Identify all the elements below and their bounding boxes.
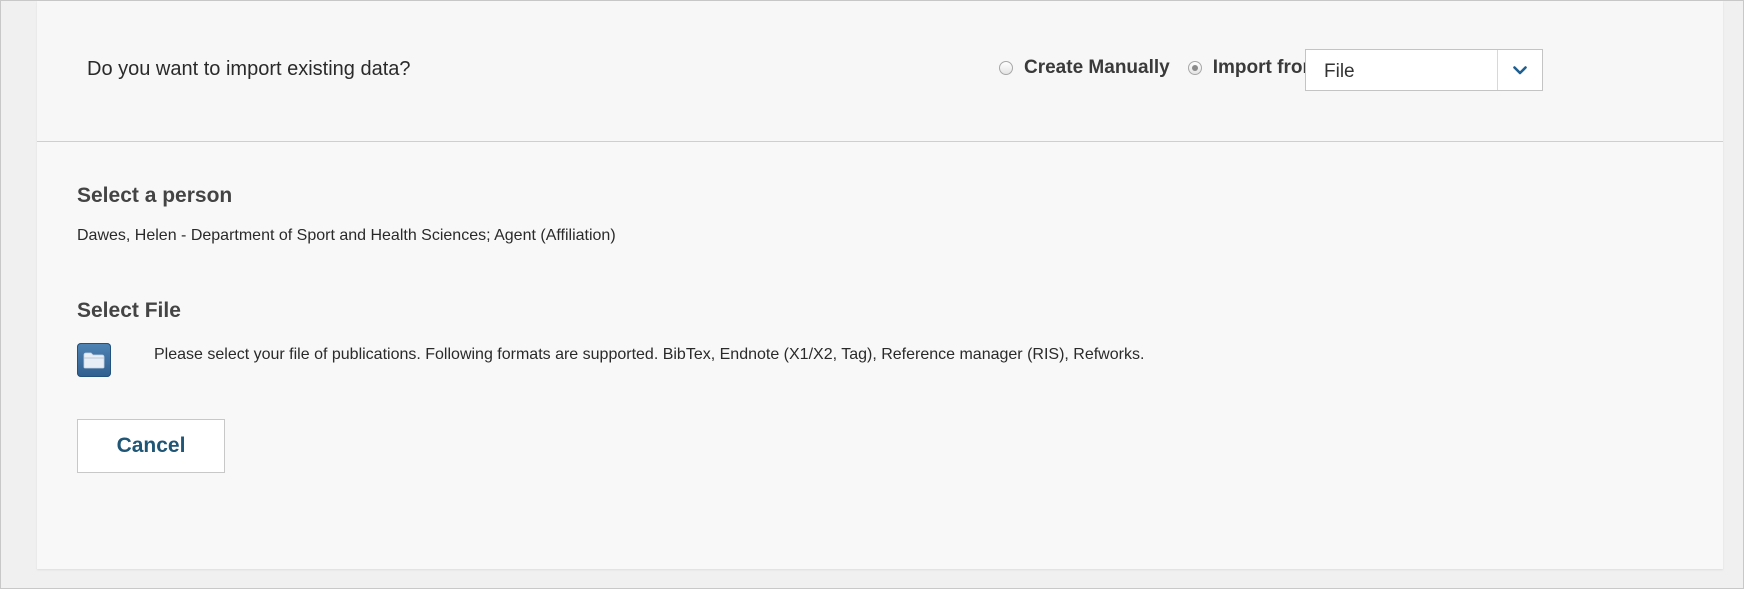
import-mode-radio-group: Create Manually Import from bbox=[999, 57, 1337, 79]
import-panel: Do you want to import existing data? Cre… bbox=[37, 1, 1723, 569]
import-source-value: File bbox=[1324, 61, 1355, 82]
radio-create-manually-label: Create Manually bbox=[1024, 57, 1170, 78]
import-question: Do you want to import existing data? bbox=[87, 58, 411, 80]
radio-import-from-circle[interactable] bbox=[1187, 61, 1202, 75]
dialog-frame: Do you want to import existing data? Cre… bbox=[0, 0, 1744, 589]
radio-import-from[interactable]: Import from bbox=[1187, 57, 1320, 79]
file-format-description: Please select your file of publications.… bbox=[154, 346, 1145, 363]
radio-create-manually-circle[interactable] bbox=[999, 61, 1013, 75]
radio-create-manually[interactable]: Create Manually bbox=[999, 57, 1170, 79]
import-header: Do you want to import existing data? Cre… bbox=[37, 1, 1723, 142]
folder-icon[interactable] bbox=[77, 343, 111, 377]
selected-person: Dawes, Helen - Department of Sport and H… bbox=[77, 227, 616, 244]
chevron-down-icon[interactable] bbox=[1497, 50, 1542, 90]
select-person-heading: Select a person bbox=[77, 184, 233, 207]
cancel-button[interactable]: Cancel bbox=[77, 419, 225, 473]
select-file-heading: Select File bbox=[77, 299, 181, 322]
import-source-select[interactable]: File bbox=[1305, 49, 1543, 91]
radio-import-from-label: Import from bbox=[1212, 57, 1320, 78]
